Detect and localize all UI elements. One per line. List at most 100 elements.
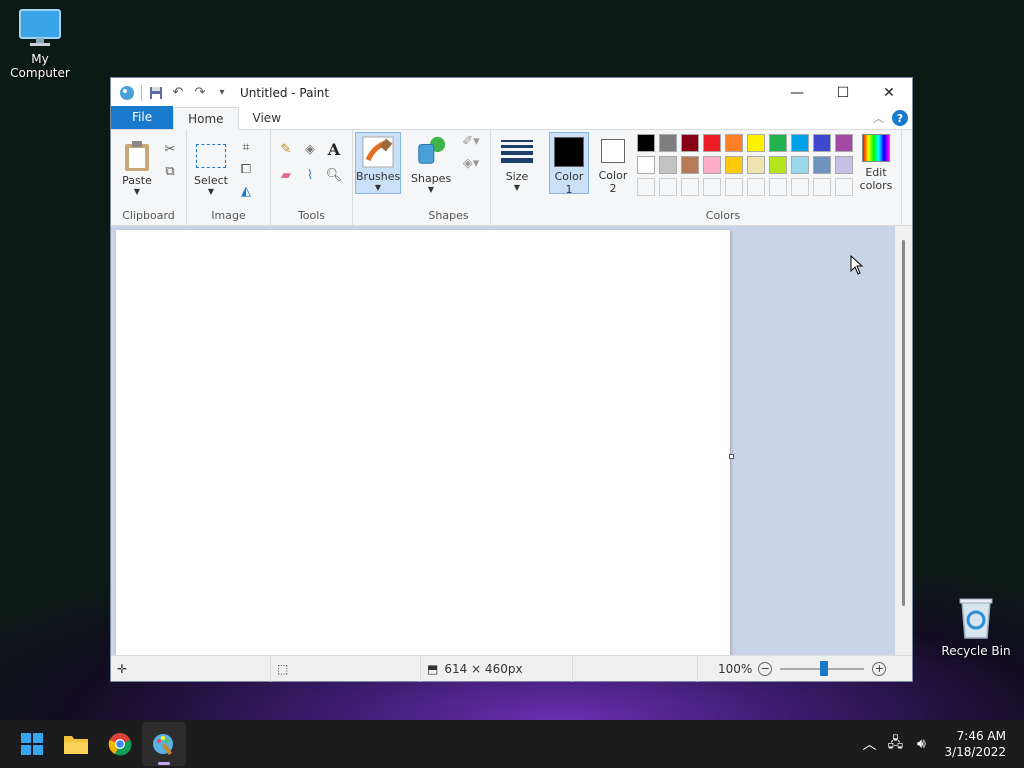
save-icon[interactable] bbox=[148, 85, 164, 101]
paint-app-icon[interactable] bbox=[119, 85, 135, 101]
clock[interactable]: 7:46 AM 3/18/2022 bbox=[934, 728, 1024, 760]
resize-icon[interactable]: ⧠ bbox=[237, 160, 255, 178]
network-icon[interactable]: 🖧︎ bbox=[882, 732, 908, 756]
recycle-bin-desktop-icon[interactable]: Recycle Bin bbox=[936, 596, 1016, 658]
palette-swatch[interactable] bbox=[703, 156, 721, 174]
color1-button[interactable]: Color 1 bbox=[549, 132, 589, 196]
palette-swatch[interactable] bbox=[813, 156, 831, 174]
shapes-button[interactable]: Shapes ▼ bbox=[411, 132, 451, 194]
zoom-in-button[interactable]: + bbox=[872, 661, 887, 676]
minimize-button[interactable]: — bbox=[774, 78, 820, 107]
palette-swatch[interactable] bbox=[681, 156, 699, 174]
help-icon[interactable]: ? bbox=[892, 110, 908, 126]
file-size-cell bbox=[573, 655, 698, 682]
color1-label: Color bbox=[554, 170, 584, 183]
palette-swatch[interactable] bbox=[835, 134, 853, 152]
chrome-taskbar-button[interactable] bbox=[98, 722, 142, 766]
rotate-icon[interactable]: ◭ bbox=[237, 182, 255, 200]
clipboard-group-label: Clipboard bbox=[122, 209, 175, 222]
palette-swatch[interactable] bbox=[769, 178, 787, 196]
text-icon[interactable]: A bbox=[325, 140, 343, 159]
brushes-label: Brushes bbox=[356, 170, 401, 183]
taskbar: ︿ 🖧︎ 🔊︎ 7:46 AM 3/18/2022 bbox=[0, 720, 1024, 768]
fill-icon[interactable]: ◈ bbox=[301, 140, 319, 158]
palette-swatch[interactable] bbox=[747, 178, 765, 196]
tools-group-label: Tools bbox=[297, 209, 326, 222]
chrome-icon bbox=[108, 733, 132, 756]
brushes-dropdown-icon: ▼ bbox=[374, 183, 382, 192]
palette-swatch[interactable] bbox=[747, 134, 765, 152]
vertical-scrollbar[interactable] bbox=[895, 226, 912, 656]
file-explorer-taskbar-button[interactable] bbox=[54, 722, 98, 766]
canvas-resize-handle[interactable] bbox=[729, 454, 734, 459]
close-button[interactable]: ✕ bbox=[866, 78, 912, 107]
collapse-ribbon-icon[interactable]: ︿ bbox=[873, 110, 884, 126]
shape-fill-icon[interactable]: ◈▾ bbox=[457, 154, 485, 172]
palette-swatch[interactable] bbox=[835, 178, 853, 196]
zoom-out-button[interactable]: − bbox=[758, 661, 773, 676]
scrollbar-thumb[interactable] bbox=[902, 240, 905, 606]
palette-swatch[interactable] bbox=[725, 134, 743, 152]
my-computer-desktop-icon[interactable]: My Computer bbox=[0, 8, 80, 80]
clock-date: 3/18/2022 bbox=[944, 745, 1006, 759]
palette-swatch[interactable] bbox=[659, 156, 677, 174]
tab-home[interactable]: Home bbox=[173, 107, 239, 130]
cut-icon[interactable]: ✂ bbox=[161, 140, 179, 158]
outline-icon[interactable]: ✐▾ bbox=[457, 132, 485, 150]
palette-swatch[interactable] bbox=[791, 178, 809, 196]
edit-colors-button[interactable]: Edit colors bbox=[855, 132, 897, 192]
brushes-button[interactable]: Brushes ▼ bbox=[355, 132, 401, 194]
color-picker-icon[interactable]: ⌇ bbox=[301, 166, 319, 184]
shapes-group: Shapes ▼ ✐▾ ◈▾ Shapes bbox=[407, 130, 491, 225]
palette-swatch[interactable] bbox=[769, 156, 787, 174]
palette-swatch[interactable] bbox=[637, 156, 655, 174]
zoom-slider[interactable] bbox=[780, 660, 865, 676]
palette-swatch[interactable] bbox=[813, 178, 831, 196]
palette-swatch[interactable] bbox=[703, 178, 721, 196]
palette-swatch[interactable] bbox=[747, 156, 765, 174]
color2-button[interactable]: Color 2 bbox=[593, 135, 633, 195]
eraser-icon[interactable]: ▰ bbox=[277, 166, 295, 184]
start-button[interactable] bbox=[10, 722, 54, 766]
palette-swatch[interactable] bbox=[637, 178, 655, 196]
color-palette bbox=[635, 132, 855, 198]
paste-button[interactable]: Paste ▼ bbox=[119, 140, 155, 196]
palette-swatch[interactable] bbox=[835, 156, 853, 174]
drawing-canvas[interactable] bbox=[116, 230, 730, 656]
size-button[interactable]: Size ▼ bbox=[499, 134, 535, 192]
palette-swatch[interactable] bbox=[725, 178, 743, 196]
tab-view[interactable]: View bbox=[239, 107, 295, 129]
volume-icon[interactable]: 🔊︎ bbox=[908, 736, 934, 752]
paste-dropdown-icon: ▼ bbox=[133, 187, 141, 196]
palette-swatch[interactable] bbox=[725, 156, 743, 174]
show-hidden-icons-icon[interactable]: ︿ bbox=[856, 734, 882, 754]
palette-swatch[interactable] bbox=[703, 134, 721, 152]
folder-icon bbox=[64, 736, 88, 754]
zoom-slider-thumb[interactable] bbox=[820, 660, 829, 676]
palette-swatch[interactable] bbox=[769, 134, 787, 152]
crop-icon[interactable]: ⌗ bbox=[237, 138, 255, 156]
system-tray: ︿ 🖧︎ 🔊︎ 7:46 AM 3/18/2022 bbox=[856, 720, 1024, 768]
palette-swatch[interactable] bbox=[791, 156, 809, 174]
color2-swatch bbox=[597, 135, 629, 167]
palette-swatch[interactable] bbox=[681, 134, 699, 152]
pencil-icon[interactable]: ✎ bbox=[277, 140, 295, 158]
palette-swatch[interactable] bbox=[659, 134, 677, 152]
palette-swatch[interactable] bbox=[791, 134, 809, 152]
line-size-icon bbox=[501, 134, 533, 168]
palette-swatch[interactable] bbox=[637, 134, 655, 152]
customize-quick-access-icon[interactable]: ▾ bbox=[214, 85, 230, 101]
redo-icon[interactable]: ↷ bbox=[192, 85, 208, 101]
paint-taskbar-button[interactable] bbox=[142, 722, 186, 766]
palette-swatch[interactable] bbox=[813, 134, 831, 152]
select-button[interactable]: Select ▼ bbox=[193, 140, 229, 196]
cursor-position-icon: ✛ bbox=[117, 661, 128, 676]
select-label: Select bbox=[194, 174, 228, 187]
palette-swatch[interactable] bbox=[659, 178, 677, 196]
maximize-button[interactable]: ☐ bbox=[820, 78, 866, 107]
copy-icon[interactable]: ⧉ bbox=[161, 162, 179, 180]
magnifier-icon[interactable]: 🔍︎ bbox=[325, 166, 343, 184]
palette-swatch[interactable] bbox=[681, 178, 699, 196]
undo-icon[interactable]: ↶ bbox=[170, 85, 186, 101]
tab-file[interactable]: File bbox=[111, 106, 174, 129]
